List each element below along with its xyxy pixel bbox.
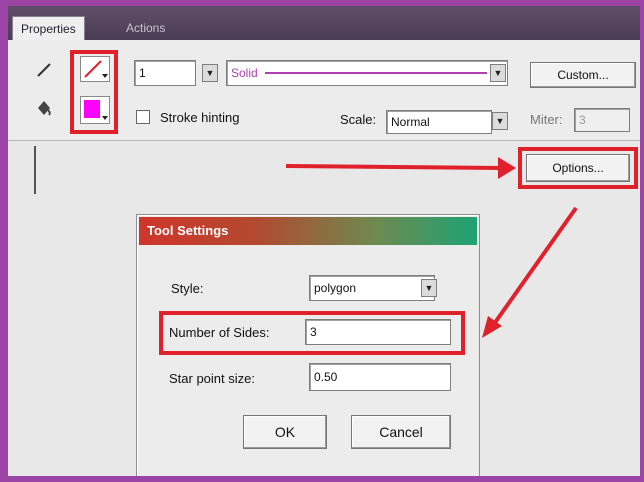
- arrow-to-sides: [492, 206, 578, 326]
- arrow-to-options: [285, 164, 503, 170]
- arrow-head: [498, 157, 516, 179]
- star-point-size-label: Star point size:: [169, 371, 255, 386]
- sides-highlight: [159, 311, 465, 355]
- style-dropdown-arrow[interactable]: ▼: [421, 279, 437, 297]
- style-select[interactable]: polygon: [309, 275, 435, 301]
- style-label: Style:: [171, 281, 204, 296]
- properties-window: Properties Actions 1 ▼ Solid ▼ Custom...…: [8, 6, 640, 476]
- dialog-title: Tool Settings: [139, 217, 477, 245]
- cancel-button[interactable]: Cancel: [351, 415, 451, 449]
- ok-button[interactable]: OK: [243, 415, 327, 449]
- star-point-size-input[interactable]: 0.50: [309, 363, 451, 391]
- tool-settings-dialog: Tool Settings Style: polygon ▼ Number of…: [136, 214, 480, 476]
